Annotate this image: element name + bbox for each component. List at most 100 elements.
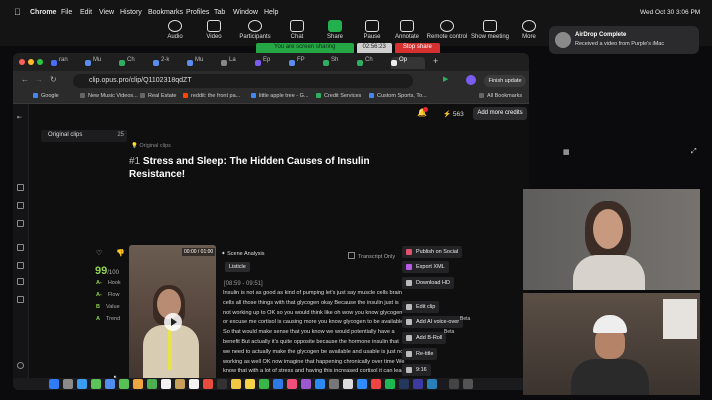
reminders-icon[interactable] <box>189 379 199 389</box>
original-clips-tab[interactable]: Original clips 25 <box>41 130 127 142</box>
photoshop-icon[interactable] <box>427 379 437 389</box>
keynote-icon[interactable] <box>273 379 283 389</box>
clips-icon[interactable] <box>17 202 24 209</box>
forward-icon[interactable]: → <box>35 75 43 84</box>
aspect-ratio-button[interactable]: 9:16 <box>402 364 431 376</box>
tv-icon[interactable] <box>217 379 227 389</box>
participant-video-tile[interactable] <box>523 293 700 395</box>
download-hd-button[interactable]: Download HD <box>402 277 454 289</box>
app-store-icon[interactable] <box>315 379 325 389</box>
media-encoder-icon[interactable] <box>413 379 423 389</box>
apple-icon[interactable]:  <box>14 7 21 17</box>
menu-profiles[interactable]: Profiles <box>186 9 209 16</box>
folder-icon[interactable] <box>17 220 24 227</box>
edit-clip-button[interactable]: Edit clip <box>402 301 440 313</box>
premiere-icon[interactable] <box>399 379 409 389</box>
menu-bookmarks[interactable]: Bookmarks <box>148 9 183 16</box>
calendar-icon[interactable] <box>17 244 24 251</box>
add-more-credits-button[interactable]: Add more credits <box>473 107 527 120</box>
back-icon[interactable]: ← <box>21 75 29 84</box>
expand-sidebar-icon[interactable]: ⇤ <box>17 114 22 121</box>
mail-icon[interactable] <box>105 379 115 389</box>
bookmark-item[interactable]: little apple tree - G... <box>251 93 309 99</box>
menu-app-name[interactable]: Chrome <box>30 9 56 16</box>
messages-icon[interactable] <box>91 379 101 389</box>
publish-on-social-button[interactable]: Publish on Social <box>402 246 463 258</box>
profile-avatar[interactable] <box>466 75 476 85</box>
stickies-icon[interactable] <box>245 379 255 389</box>
add-ai-voiceover-button[interactable]: Add AI voice-over <box>402 316 464 328</box>
spotify-icon[interactable] <box>385 379 395 389</box>
browser-tab[interactable]: ran <box>51 57 73 69</box>
bookmark-item[interactable]: reddit: the front pa... <box>183 93 240 99</box>
url-input[interactable]: clip.opus.pro/clip/Q1102318qdZT <box>73 74 413 88</box>
safari-icon[interactable] <box>77 379 87 389</box>
zoom-icon[interactable] <box>357 379 367 389</box>
brand-icon[interactable] <box>17 262 24 269</box>
bookmark-item[interactable]: Custom Sports, To... <box>369 93 427 99</box>
browser-tab[interactable]: Ch <box>357 57 379 69</box>
home-icon[interactable] <box>17 184 24 191</box>
zoom-chat-button[interactable]: Chat <box>277 20 317 40</box>
like-icon[interactable]: ♡ <box>96 249 102 257</box>
menu-file[interactable]: File <box>61 9 72 16</box>
browser-tab[interactable]: Ep <box>255 57 277 69</box>
add-b-roll-button[interactable]: Add B-Roll <box>402 332 447 344</box>
trash-icon[interactable] <box>463 379 473 389</box>
zoom-participants-button[interactable]: Participants <box>235 20 275 40</box>
zoom-share-button[interactable]: Share <box>315 20 355 40</box>
zoom-more-button[interactable]: More <box>509 20 549 40</box>
zoom-remote-control-button[interactable]: Remote control <box>424 20 470 40</box>
contacts-icon[interactable] <box>175 379 185 389</box>
numbers-icon[interactable] <box>259 379 269 389</box>
re-title-button[interactable]: Re-title <box>402 348 438 360</box>
menu-tab[interactable]: Tab <box>214 9 225 16</box>
calendar-app-icon[interactable] <box>161 379 171 389</box>
music-icon[interactable] <box>287 379 297 389</box>
reload-icon[interactable]: ↻ <box>50 75 57 84</box>
tile-grid-icon[interactable]: ▦ <box>563 148 570 156</box>
settings-icon[interactable] <box>329 379 339 389</box>
menu-edit[interactable]: Edit <box>80 9 92 16</box>
new-tab-icon[interactable]: + <box>433 56 438 66</box>
zoom-show-meeting-button[interactable]: Show meeting <box>470 20 510 40</box>
browser-tab[interactable]: Ch <box>119 57 141 69</box>
browser-tab[interactable]: Mu <box>187 57 209 69</box>
menubar-clock[interactable]: Wed Oct 30 3:06 PM <box>640 9 700 16</box>
menu-help[interactable]: Help <box>264 9 278 16</box>
browser-tab[interactable]: Mu <box>85 57 107 69</box>
browser-tab[interactable]: FP <box>289 57 311 69</box>
play-icon[interactable] <box>164 313 182 331</box>
clip-video-player[interactable]: 00:00 / 01:00 <box>129 245 216 390</box>
zoom-video-button[interactable]: Video <box>194 20 234 40</box>
facetime-icon[interactable] <box>147 379 157 389</box>
youtube-icon[interactable] <box>371 379 381 389</box>
bookmark-item[interactable]: Real Estate <box>140 93 176 99</box>
transcript-text[interactable]: Insulin is not as good as kind of pumpin… <box>223 289 405 390</box>
photos-icon[interactable] <box>133 379 143 389</box>
chrome-icon[interactable] <box>343 379 353 389</box>
finder-icon[interactable] <box>49 379 59 389</box>
analytics-icon[interactable] <box>17 278 24 285</box>
browser-tab-active[interactable]: Op <box>391 57 425 69</box>
tile-expand-icon[interactable]: ⤢ <box>691 148 697 156</box>
dislike-icon[interactable]: 👎 <box>116 249 125 257</box>
browser-tab[interactable]: La <box>221 57 243 69</box>
participant-video-tile[interactable] <box>523 189 700 290</box>
bookmark-item[interactable]: Credit Services <box>316 93 361 99</box>
downloads-icon[interactable] <box>449 379 459 389</box>
bookmark-item[interactable]: New Music Videos... <box>80 93 138 99</box>
scene-analysis-toggle[interactable]: ✦ Scene Analysis <box>221 251 264 257</box>
transcript-only-checkbox[interactable]: Transcript Only <box>348 252 395 260</box>
browser-tab[interactable]: Sh <box>323 57 345 69</box>
close-window-icon[interactable] <box>19 59 25 65</box>
help-icon[interactable] <box>17 362 24 369</box>
podcasts-icon[interactable] <box>301 379 311 389</box>
zoom-pause-button[interactable]: Pause <box>352 20 392 40</box>
export-xml-button[interactable]: Export XML <box>402 261 449 273</box>
minimize-window-icon[interactable] <box>28 59 34 65</box>
breadcrumb[interactable]: 💡 Original clips <box>131 143 171 149</box>
maximize-window-icon[interactable] <box>37 59 43 65</box>
notes-icon[interactable] <box>231 379 241 389</box>
menu-view[interactable]: View <box>99 9 114 16</box>
